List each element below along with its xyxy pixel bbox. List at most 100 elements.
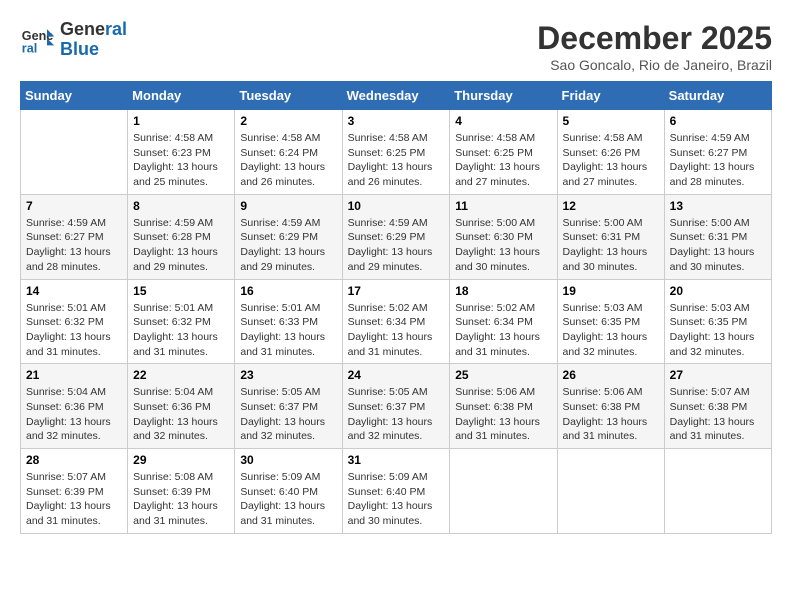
day-number: 9 [240,199,336,213]
cell-details: Sunrise: 4:59 AM Sunset: 6:29 PM Dayligh… [348,216,445,275]
calendar-week-2: 7 Sunrise: 4:59 AM Sunset: 6:27 PM Daylig… [21,194,772,279]
calendar-cell: 20Sunrise: 5:03 AM Sunset: 6:35 PM Dayli… [664,279,771,364]
calendar-cell: 3Sunrise: 4:58 AM Sunset: 6:25 PM Daylig… [342,110,450,195]
day-number: 24 [348,368,445,382]
cell-details: Sunrise: 4:58 AM Sunset: 6:25 PM Dayligh… [455,131,551,190]
calendar-cell: 19 Sunrise: 5:03 AM Sunset: 6:35 PM Dayli… [557,279,664,364]
logo-text: General [60,20,127,40]
calendar-cell: 30Sunrise: 5:09 AM Sunset: 6:40 PM Dayli… [235,449,342,534]
page-header: Gene ral General Blue December 2025 Sao … [20,20,772,73]
cell-details: Sunrise: 4:58 AM Sunset: 6:25 PM Dayligh… [348,131,445,190]
day-number: 26 [563,368,659,382]
col-header-tuesday: Tuesday [235,82,342,110]
day-number: 14 [26,284,122,298]
calendar-cell: 4 Sunrise: 4:58 AM Sunset: 6:25 PM Daylig… [450,110,557,195]
day-number: 5 [563,114,659,128]
day-number: 1 [133,114,229,128]
cell-details: Sunrise: 5:06 AM Sunset: 6:38 PM Dayligh… [455,385,551,444]
cell-details: Sunrise: 4:59 AM Sunset: 6:27 PM Dayligh… [26,216,122,275]
calendar-cell: 18 Sunrise: 5:02 AM Sunset: 6:34 PM Dayli… [450,279,557,364]
col-header-sunday: Sunday [21,82,128,110]
calendar-cell: 13Sunrise: 5:00 AM Sunset: 6:31 PM Dayli… [664,194,771,279]
calendar-cell [664,449,771,534]
day-number: 7 [26,199,122,213]
day-number: 23 [240,368,336,382]
location: Sao Goncalo, Rio de Janeiro, Brazil [537,57,772,73]
month-title: December 2025 [537,20,772,57]
logo-icon: Gene ral [20,22,56,58]
cell-details: Sunrise: 5:01 AM Sunset: 6:32 PM Dayligh… [133,301,229,360]
cell-details: Sunrise: 5:06 AM Sunset: 6:38 PM Dayligh… [563,385,659,444]
calendar-week-3: 14 Sunrise: 5:01 AM Sunset: 6:32 PM Dayli… [21,279,772,364]
day-number: 28 [26,453,122,467]
day-number: 4 [455,114,551,128]
calendar-cell [450,449,557,534]
calendar-week-4: 21 Sunrise: 5:04 AM Sunset: 6:36 PM Dayli… [21,364,772,449]
calendar-cell: 27Sunrise: 5:07 AM Sunset: 6:38 PM Dayli… [664,364,771,449]
calendar-cell: 11Sunrise: 5:00 AM Sunset: 6:30 PM Dayli… [450,194,557,279]
calendar-cell: 28Sunrise: 5:07 AM Sunset: 6:39 PM Dayli… [21,449,128,534]
calendar-cell: 31 Sunrise: 5:09 AM Sunset: 6:40 PM Dayli… [342,449,450,534]
calendar-cell: 10 Sunrise: 4:59 AM Sunset: 6:29 PM Dayli… [342,194,450,279]
logo-text2: Blue [60,40,127,60]
day-number: 17 [348,284,445,298]
day-number: 8 [133,199,229,213]
cell-details: Sunrise: 5:01 AM Sunset: 6:33 PM Dayligh… [240,301,336,360]
cell-details: Sunrise: 4:58 AM Sunset: 6:26 PM Dayligh… [563,131,659,190]
calendar-cell: 26 Sunrise: 5:06 AM Sunset: 6:38 PM Dayli… [557,364,664,449]
calendar-cell: 23 Sunrise: 5:05 AM Sunset: 6:37 PM Dayli… [235,364,342,449]
col-header-monday: Monday [128,82,235,110]
calendar-cell: 1 Sunrise: 4:58 AM Sunset: 6:23 PM Daylig… [128,110,235,195]
title-area: December 2025 Sao Goncalo, Rio de Janeir… [537,20,772,73]
calendar-week-5: 28Sunrise: 5:07 AM Sunset: 6:39 PM Dayli… [21,449,772,534]
cell-details: Sunrise: 4:58 AM Sunset: 6:23 PM Dayligh… [133,131,229,190]
calendar-cell: 16Sunrise: 5:01 AM Sunset: 6:33 PM Dayli… [235,279,342,364]
cell-details: Sunrise: 5:05 AM Sunset: 6:37 PM Dayligh… [348,385,445,444]
cell-details: Sunrise: 5:09 AM Sunset: 6:40 PM Dayligh… [240,470,336,529]
day-number: 6 [670,114,766,128]
calendar-cell: 6 Sunrise: 4:59 AM Sunset: 6:27 PM Daylig… [664,110,771,195]
cell-details: Sunrise: 5:00 AM Sunset: 6:31 PM Dayligh… [563,216,659,275]
calendar-cell: 5 Sunrise: 4:58 AM Sunset: 6:26 PM Daylig… [557,110,664,195]
cell-details: Sunrise: 5:05 AM Sunset: 6:37 PM Dayligh… [240,385,336,444]
calendar-cell: 22 Sunrise: 5:04 AM Sunset: 6:36 PM Dayli… [128,364,235,449]
cell-details: Sunrise: 5:04 AM Sunset: 6:36 PM Dayligh… [133,385,229,444]
day-number: 29 [133,453,229,467]
calendar-cell: 8 Sunrise: 4:59 AM Sunset: 6:28 PM Daylig… [128,194,235,279]
cell-details: Sunrise: 5:03 AM Sunset: 6:35 PM Dayligh… [563,301,659,360]
cell-details: Sunrise: 4:59 AM Sunset: 6:27 PM Dayligh… [670,131,766,190]
calendar-cell: 24 Sunrise: 5:05 AM Sunset: 6:37 PM Dayli… [342,364,450,449]
day-number: 12 [563,199,659,213]
calendar-cell: 9 Sunrise: 4:59 AM Sunset: 6:29 PM Daylig… [235,194,342,279]
cell-details: Sunrise: 4:59 AM Sunset: 6:28 PM Dayligh… [133,216,229,275]
calendar-cell: 2Sunrise: 4:58 AM Sunset: 6:24 PM Daylig… [235,110,342,195]
col-header-friday: Friday [557,82,664,110]
svg-text:ral: ral [22,41,37,55]
day-number: 2 [240,114,336,128]
cell-details: Sunrise: 5:02 AM Sunset: 6:34 PM Dayligh… [455,301,551,360]
day-number: 15 [133,284,229,298]
calendar-table: SundayMondayTuesdayWednesdayThursdayFrid… [20,81,772,534]
calendar-cell [21,110,128,195]
calendar-cell: 21 Sunrise: 5:04 AM Sunset: 6:36 PM Dayli… [21,364,128,449]
calendar-cell: 12 Sunrise: 5:00 AM Sunset: 6:31 PM Dayli… [557,194,664,279]
cell-details: Sunrise: 5:04 AM Sunset: 6:36 PM Dayligh… [26,385,122,444]
cell-details: Sunrise: 5:08 AM Sunset: 6:39 PM Dayligh… [133,470,229,529]
cell-details: Sunrise: 5:03 AM Sunset: 6:35 PM Dayligh… [670,301,766,360]
col-header-saturday: Saturday [664,82,771,110]
cell-details: Sunrise: 5:01 AM Sunset: 6:32 PM Dayligh… [26,301,122,360]
day-number: 13 [670,199,766,213]
cell-details: Sunrise: 5:02 AM Sunset: 6:34 PM Dayligh… [348,301,445,360]
cell-details: Sunrise: 4:59 AM Sunset: 6:29 PM Dayligh… [240,216,336,275]
col-header-thursday: Thursday [450,82,557,110]
day-number: 31 [348,453,445,467]
calendar-cell: 25Sunrise: 5:06 AM Sunset: 6:38 PM Dayli… [450,364,557,449]
day-number: 18 [455,284,551,298]
cell-details: Sunrise: 5:09 AM Sunset: 6:40 PM Dayligh… [348,470,445,529]
day-number: 19 [563,284,659,298]
calendar-cell: 15 Sunrise: 5:01 AM Sunset: 6:32 PM Dayli… [128,279,235,364]
cell-details: Sunrise: 5:07 AM Sunset: 6:38 PM Dayligh… [670,385,766,444]
day-number: 22 [133,368,229,382]
day-number: 10 [348,199,445,213]
day-number: 21 [26,368,122,382]
